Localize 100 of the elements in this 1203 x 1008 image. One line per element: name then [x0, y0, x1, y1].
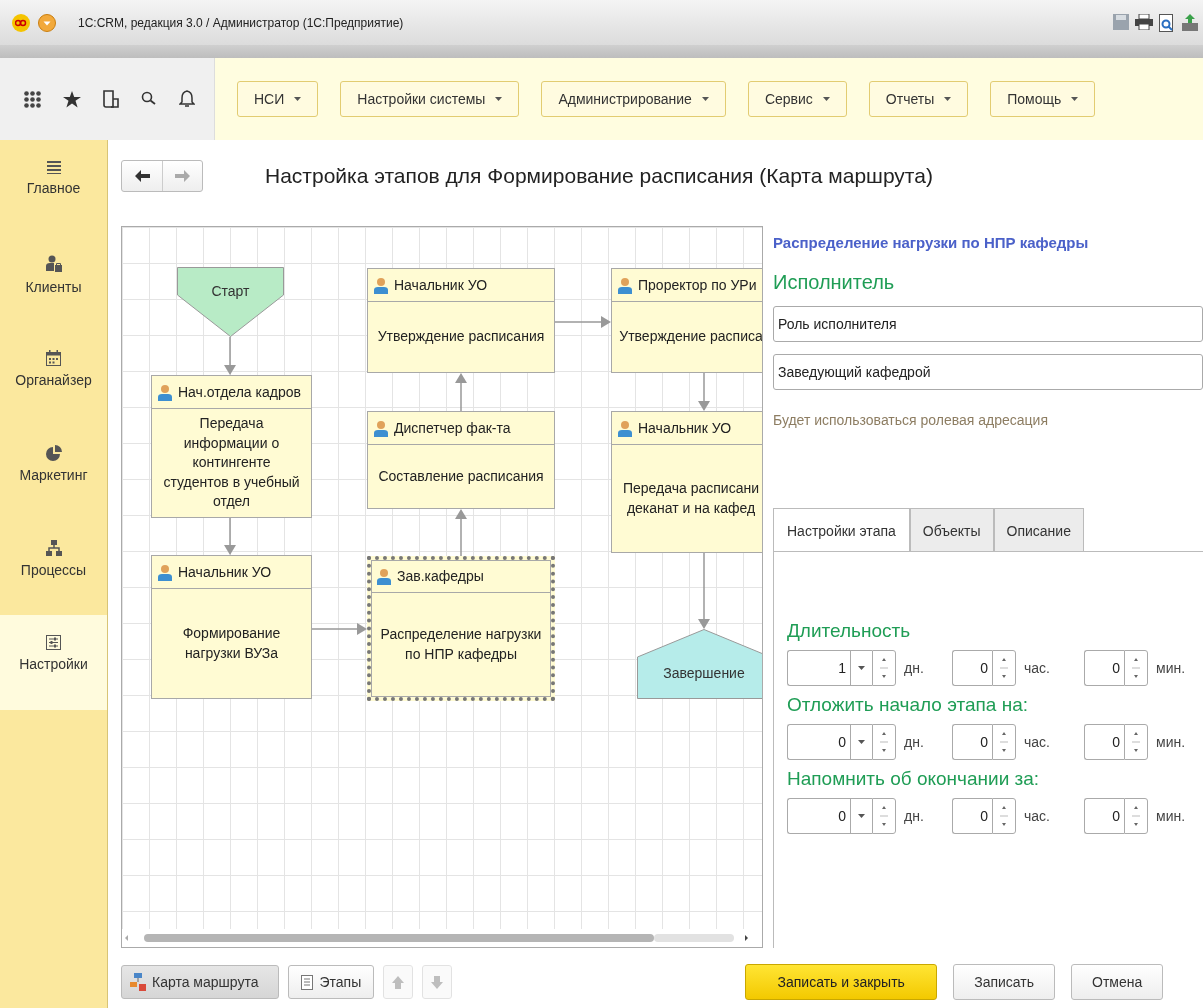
- tab[interactable]: Настройки этапа: [773, 508, 910, 552]
- dropdown-icon[interactable]: [38, 13, 56, 32]
- sliders-icon: [46, 635, 61, 650]
- caret-icon: [858, 814, 865, 818]
- route-map-button[interactable]: Карта маршрута: [121, 965, 280, 999]
- stage-box[interactable]: Начальник УО Передача расписани деканат и на кафед: [611, 411, 762, 553]
- section-label: Напомнить об окончании за:: [787, 768, 1041, 790]
- menu-button[interactable]: Помощь: [990, 81, 1096, 117]
- dropdown-button[interactable]: [850, 724, 872, 760]
- flowchart-icon: [130, 973, 146, 991]
- stage-label: Составление расписания: [377, 466, 545, 486]
- node-label: Завершение: [662, 665, 746, 681]
- executor-type-field[interactable]: Роль исполнителя: [773, 306, 1203, 342]
- person-bag-icon: [45, 255, 62, 273]
- dropdown-button[interactable]: [850, 798, 872, 834]
- menu-button[interactable]: Настройки системы: [340, 81, 520, 117]
- stages-button[interactable]: Этапы: [288, 965, 375, 999]
- stage-heading: Распределение нагрузки по НПР кафедры: [773, 234, 1090, 251]
- spin-button[interactable]: [1124, 798, 1148, 834]
- spin-button[interactable]: [1124, 650, 1148, 686]
- sidebar-item[interactable]: Клиенты: [0, 235, 107, 330]
- stage-label: Формирование нагрузки ВУЗа: [181, 623, 282, 663]
- unit-label: дн.: [904, 734, 924, 750]
- role-label: Зав.кафедры: [397, 568, 484, 584]
- person-icon: [374, 276, 388, 294]
- menu-button[interactable]: Сервис: [747, 81, 847, 117]
- stage-box[interactable]: Начальник УО Формирование нагрузки ВУЗа: [151, 555, 312, 699]
- sidebar-item[interactable]: Органайзер: [0, 330, 107, 425]
- spin-button[interactable]: [872, 798, 896, 834]
- unit-label: час.: [1024, 734, 1050, 750]
- stage-box[interactable]: Зав.кафедры Распределение нагрузки по НПР кафедры: [367, 556, 555, 701]
- section-label: Отложить начало этапа на:: [787, 694, 1029, 716]
- section-label: Исполнитель: [773, 271, 896, 294]
- menu-icon: [46, 160, 61, 174]
- unit-label: мин.: [1156, 808, 1186, 824]
- unit-label: час.: [1024, 808, 1050, 824]
- action-button[interactable]: Отмена: [1071, 964, 1164, 1000]
- stage-label: Распределение нагрузки по НПР кафедры: [379, 625, 543, 664]
- save-close-button[interactable]: Записать и закрыть: [745, 964, 938, 1000]
- role-label: Начальник УО: [638, 420, 732, 436]
- menu-button[interactable]: НСИ: [237, 81, 319, 117]
- person-icon: [618, 419, 632, 437]
- stage-box[interactable]: Диспетчер фак-та Составление расписания: [367, 411, 555, 509]
- connector-arrow: [224, 336, 236, 375]
- start-shape[interactable]: [177, 267, 284, 337]
- apps-grid-icon[interactable]: [24, 90, 41, 108]
- back-arrow-icon: [134, 170, 150, 182]
- connector-arrow: [698, 372, 710, 411]
- spin-button[interactable]: [872, 650, 896, 686]
- dropdown-button[interactable]: [850, 650, 872, 686]
- spin-button[interactable]: [992, 724, 1016, 760]
- spin-button[interactable]: [992, 650, 1016, 686]
- section-label: Длительность: [787, 620, 912, 642]
- stage-box[interactable]: Начальник УО Утверждение расписания: [367, 268, 555, 373]
- executor-field[interactable]: Заведующий кафедрой: [773, 354, 1203, 390]
- preview-icon[interactable]: [1159, 13, 1175, 32]
- sidebar-item[interactable]: Настройки: [0, 615, 107, 710]
- sidebar-item[interactable]: Маркетинг: [0, 425, 107, 520]
- sidebar-item[interactable]: Процессы: [0, 520, 107, 615]
- caret-icon: [858, 666, 865, 670]
- caret-icon: [944, 97, 952, 101]
- stage-box[interactable]: Нач.отдела кадров Передача информации о контингенте студентов в учебный отдел: [151, 375, 312, 518]
- export-icon[interactable]: [1181, 13, 1199, 32]
- spin-button[interactable]: [1124, 724, 1148, 760]
- menu-button[interactable]: Администрирование: [541, 81, 726, 117]
- action-button[interactable]: Записать: [953, 964, 1056, 1000]
- calendar-icon: [46, 350, 61, 366]
- search-icon[interactable]: [141, 91, 157, 107]
- person-icon: [618, 276, 632, 294]
- role-label: Начальник УО: [394, 277, 488, 293]
- stage-label: Утверждение расписания: [376, 327, 546, 347]
- print-icon[interactable]: [1135, 13, 1153, 30]
- person-icon: [158, 383, 172, 401]
- unit-label: час.: [1024, 660, 1050, 676]
- bell-icon[interactable]: [179, 90, 195, 108]
- spin-button[interactable]: [872, 724, 896, 760]
- logo-icon: [12, 13, 30, 32]
- hierarchy-icon: [45, 540, 62, 556]
- person-icon: [374, 419, 388, 437]
- stage-box[interactable]: Проректор по УРи Утверждение расписа: [611, 268, 762, 373]
- connector-arrow: [224, 517, 236, 555]
- up-arrow-icon: [391, 974, 406, 990]
- window-title: 1С:CRM, редакция 3.0 / Администратор (1С:Предприятие): [78, 15, 405, 30]
- caret-icon: [858, 740, 865, 744]
- tab[interactable]: Объекты: [909, 508, 994, 552]
- role-label: Нач.отдела кадров: [178, 384, 301, 400]
- star-icon[interactable]: [63, 90, 81, 108]
- tab[interactable]: Описание: [993, 508, 1084, 552]
- connector-arrow: [455, 373, 467, 412]
- spin-button[interactable]: [992, 798, 1016, 834]
- unit-label: мин.: [1156, 734, 1186, 750]
- connector-arrow: [554, 316, 611, 328]
- sidebar-item[interactable]: Главное: [0, 140, 107, 235]
- save-icon[interactable]: [1113, 13, 1129, 30]
- menu-button[interactable]: Отчеты: [868, 81, 969, 117]
- end-shape[interactable]: [637, 629, 762, 699]
- person-icon: [158, 563, 172, 581]
- role-label: Проректор по УРи: [638, 277, 757, 293]
- caret-icon: [294, 97, 302, 101]
- caret-icon: [701, 97, 709, 101]
